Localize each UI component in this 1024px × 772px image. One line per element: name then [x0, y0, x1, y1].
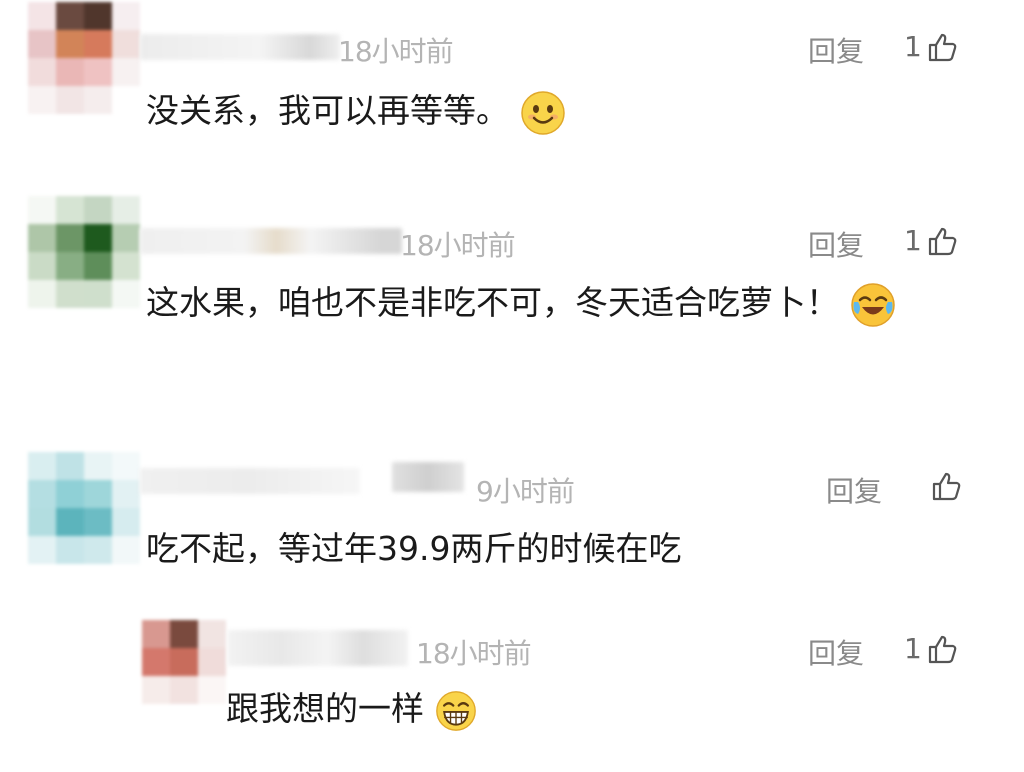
like-button[interactable]: 1 — [904, 224, 958, 257]
comment-text-content: 没关系，我可以再等等。 — [146, 91, 509, 130]
avatar-pixel — [56, 86, 84, 114]
avatar-pixel — [28, 196, 56, 224]
avatar-pixel — [112, 252, 140, 280]
avatar[interactable] — [28, 2, 140, 114]
thumbs-up-icon — [928, 33, 957, 61]
avatar-pixel — [28, 86, 56, 114]
avatar-pixel — [112, 224, 140, 252]
avatar-pixel — [84, 86, 112, 114]
avatar-pixel — [84, 30, 112, 58]
comment-text: 这水果，咱也不是非吃不可，冬天适合吃萝卜！ — [146, 274, 906, 332]
avatar-pixel — [28, 58, 56, 86]
comment-time: 18小时前 — [416, 637, 532, 670]
avatar-pixel — [56, 2, 84, 30]
smile-emoji-icon — [520, 90, 565, 135]
thumbs-up-icon — [928, 227, 957, 255]
avatar-pixel — [142, 648, 170, 676]
avatar-pixel — [56, 30, 84, 58]
username-blurred-part — [392, 462, 464, 492]
avatar-pixel — [56, 280, 84, 308]
avatar-pixel — [84, 536, 112, 564]
avatar[interactable] — [142, 620, 226, 704]
avatar-pixel — [170, 676, 198, 704]
comment-time: 18小时前 — [338, 35, 454, 68]
like-count: 1 — [904, 224, 922, 257]
avatar-pixel — [28, 252, 56, 280]
avatar-pixel — [112, 196, 140, 224]
avatar-pixel — [56, 536, 84, 564]
avatar-pixel — [112, 280, 140, 308]
avatar-pixel — [112, 536, 140, 564]
avatar-pixel — [56, 224, 84, 252]
comment-text: 吃不起，等过年39.9两斤的时候在吃 — [146, 520, 906, 578]
avatar[interactable] — [28, 452, 140, 564]
comment-time: 9小时前 — [476, 475, 575, 508]
avatar-pixel — [56, 196, 84, 224]
username-blurred[interactable] — [140, 34, 340, 60]
comment-time: 18小时前 — [400, 229, 516, 262]
avatar-pixel — [170, 620, 198, 648]
avatar-pixel — [84, 196, 112, 224]
like-count: 1 — [904, 30, 922, 63]
avatar-pixel — [28, 224, 56, 252]
avatar-pixel — [84, 280, 112, 308]
thumbs-up-icon — [928, 635, 957, 663]
avatar-pixel — [84, 480, 112, 508]
avatar-pixel — [84, 2, 112, 30]
username-blurred[interactable] — [228, 630, 408, 666]
avatar-pixel — [142, 620, 170, 648]
avatar-pixel — [170, 648, 198, 676]
reply-button[interactable]: 回复 — [826, 470, 882, 510]
username-blurred[interactable] — [140, 228, 402, 254]
avatar-pixel — [84, 58, 112, 86]
comment-text: 没关系，我可以再等等。 — [146, 82, 906, 140]
avatar-pixel — [56, 452, 84, 480]
avatar[interactable] — [28, 196, 140, 308]
avatar-pixel — [142, 676, 170, 704]
like-button[interactable]: 1 — [904, 30, 958, 63]
grin-emoji-icon — [435, 690, 476, 731]
reply-button[interactable]: 回复 — [808, 30, 864, 70]
avatar-pixel — [56, 58, 84, 86]
reply-button[interactable]: 回复 — [808, 632, 864, 672]
avatar-pixel — [198, 620, 226, 648]
like-button[interactable] — [926, 470, 962, 502]
avatar-pixel — [112, 508, 140, 536]
avatar-pixel — [84, 452, 112, 480]
avatar-pixel — [56, 252, 84, 280]
thumbs-up-icon — [932, 472, 961, 501]
like-button[interactable]: 1 — [904, 632, 958, 665]
avatar-pixel — [28, 2, 56, 30]
comment-text-content: 吃不起，等过年39.9两斤的时候在吃 — [146, 529, 682, 568]
avatar-pixel — [56, 480, 84, 508]
avatar-pixel — [198, 676, 226, 704]
avatar-pixel — [84, 508, 112, 536]
avatar-pixel — [28, 452, 56, 480]
avatar-pixel — [28, 536, 56, 564]
avatar-pixel — [56, 508, 84, 536]
laugh-cry-emoji-icon — [850, 282, 895, 327]
avatar-pixel — [28, 480, 56, 508]
avatar-pixel — [112, 30, 140, 58]
avatar-pixel — [28, 280, 56, 308]
avatar-pixel — [28, 30, 56, 58]
comment-text: 跟我想的一样 — [226, 680, 986, 738]
avatar-pixel — [198, 648, 226, 676]
username-blurred[interactable] — [140, 468, 360, 494]
avatar-pixel — [84, 252, 112, 280]
avatar-pixel — [112, 480, 140, 508]
reply-button[interactable]: 回复 — [808, 224, 864, 264]
avatar-pixel — [112, 58, 140, 86]
comment-text-content: 跟我想的一样 — [226, 689, 424, 728]
avatar-pixel — [112, 452, 140, 480]
like-count: 1 — [904, 632, 922, 665]
avatar-pixel — [28, 508, 56, 536]
avatar-pixel — [112, 86, 140, 114]
comment-text-content: 这水果，咱也不是非吃不可，冬天适合吃萝卜！ — [146, 283, 839, 322]
avatar-pixel — [112, 2, 140, 30]
avatar-pixel — [84, 224, 112, 252]
